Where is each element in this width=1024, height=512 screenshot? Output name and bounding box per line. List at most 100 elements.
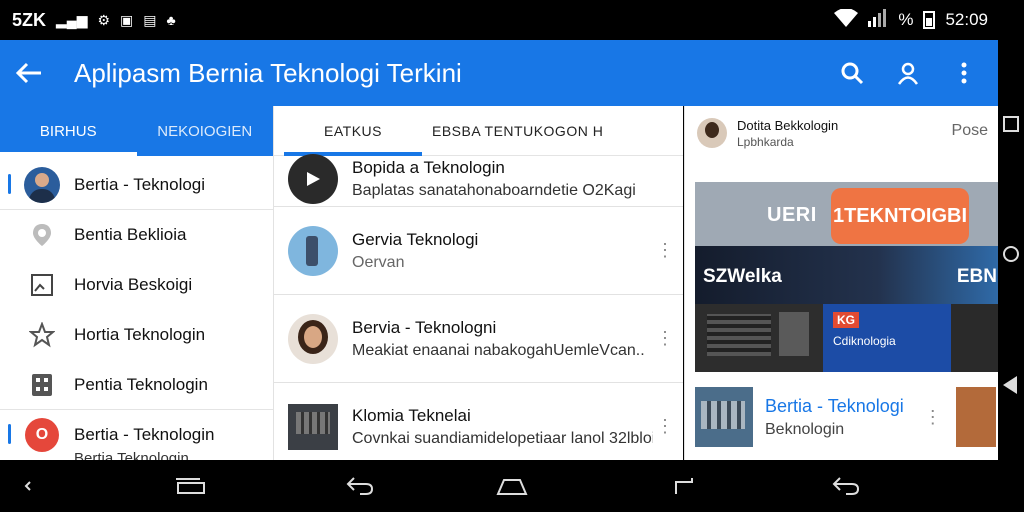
- location-icon: [24, 217, 60, 253]
- chevron-icon[interactable]: [10, 474, 46, 498]
- status-bar: 5ZK ▂▄▆ ⚙ ▣ ▤ ♣ % 52:09: [0, 0, 1000, 40]
- item-subtitle: Meakiat enaanai nabakogahUemleVcan..: [352, 341, 645, 359]
- author-header[interactable]: Dotita Bekkologin Lpbhkarda Pose: [685, 106, 998, 160]
- thumbnail: [955, 387, 996, 447]
- home-icon[interactable]: [1003, 246, 1019, 262]
- grid-icon: [24, 367, 60, 403]
- item-title: Gervia Teknologi: [352, 229, 479, 249]
- thumbnail: [288, 225, 338, 276]
- clock: 52:09: [945, 10, 988, 29]
- avatar: [24, 166, 60, 203]
- recent-apps-icon[interactable]: [172, 474, 208, 498]
- left-list: Bertia - Teknologi Bentia Beklioia Horvi…: [0, 156, 273, 460]
- notification-icon: ▣: [120, 11, 134, 28]
- thumbnail: [695, 387, 753, 447]
- banner-blue-label: Cdiknologia: [833, 334, 896, 348]
- back-icon[interactable]: [1003, 376, 1017, 394]
- cell-signal-icon: [868, 8, 888, 32]
- banner-logo: KG: [833, 312, 859, 328]
- left-item-label: Bertia - Teknologi: [74, 174, 206, 194]
- signal-icon: ▂▄▆: [56, 11, 88, 28]
- left-item-label: Hortia Teknologin: [74, 325, 206, 344]
- list-item[interactable]: Gervia Teknologi Oervan ⋮: [274, 207, 683, 295]
- wifi-icon: [834, 7, 859, 32]
- tab-eatkus[interactable]: EATKUS: [274, 106, 422, 156]
- app-title: Aplipasm Bernia Teknologi Terkini: [74, 57, 462, 88]
- item-subtitle: Baplatas sanatahonaboarndetie O2Kagi: [352, 182, 636, 199]
- more-vert-icon[interactable]: [940, 49, 988, 97]
- play-icon: [288, 154, 338, 204]
- account-icon[interactable]: [884, 49, 932, 97]
- banner-mid-label: SZWelka: [703, 266, 782, 287]
- image-notification-icon: ▤: [143, 11, 157, 28]
- author-avatar: [697, 118, 727, 148]
- item-subtitle: Oervan: [352, 253, 405, 271]
- battery-percent: %: [898, 10, 914, 29]
- left-item-bentia-beklioia[interactable]: Bentia Beklioia: [0, 210, 273, 260]
- left-item-label: Pentia Teknologin: [74, 374, 208, 394]
- list-item[interactable]: Bervia - Teknologni Meakiat enaanai naba…: [274, 295, 683, 383]
- back-icon[interactable]: [828, 474, 864, 498]
- tab-birhus[interactable]: BIRHUS: [0, 106, 137, 156]
- search-icon[interactable]: [828, 49, 876, 97]
- featured-banner[interactable]: UERI 1TEKNTOIGBI SZWelka EBN KG Cdiknolo…: [695, 182, 998, 372]
- back-icon[interactable]: [342, 474, 378, 498]
- more-vert-icon[interactable]: ⋮: [924, 407, 942, 428]
- avatar: [288, 313, 338, 364]
- item-subtitle: Covnkai suandiamidelopetiaar lanol 32lbl…: [352, 429, 653, 447]
- bottom-nav: [0, 460, 1024, 512]
- related-item-title: Bertia - Teknologi: [765, 395, 904, 416]
- left-item-bertia-teknologin[interactable]: O Bertia - Teknologin Bertia Teknologin: [0, 410, 273, 460]
- banner-pill: 1TEKNTOIGBI: [831, 188, 969, 244]
- home-icon[interactable]: [494, 474, 530, 498]
- related-item[interactable]: Bertia - Teknologi Beknologin ⋮: [695, 384, 998, 450]
- author-subtitle: Lpbhkarda: [737, 134, 794, 149]
- app-bar: Aplipasm Bernia Teknologi Terkini: [0, 40, 998, 106]
- post-button[interactable]: Pose: [952, 122, 988, 140]
- more-vert-icon[interactable]: ⋮: [653, 231, 677, 271]
- related-item-subtitle: Beknologin: [765, 420, 845, 438]
- left-item-label: Horvia Beskoigi: [74, 275, 193, 294]
- left-item-horvia-beskoigi[interactable]: Horvia Beskoigi: [0, 260, 273, 310]
- list-item[interactable]: Bopida a Teknologin Baplatas sanatahonab…: [274, 152, 683, 207]
- middle-tab-bar: EATKUS EBSBA TENTUKOGON H: [274, 106, 683, 156]
- left-item-label: Bentia Beklioia: [74, 225, 187, 244]
- tab-nekoiogien[interactable]: NEKOIOGIEN: [137, 106, 274, 156]
- banner-top-label: UERI: [767, 204, 817, 226]
- star-icon: [24, 317, 60, 353]
- more-vert-icon[interactable]: ⋮: [653, 319, 677, 359]
- left-panel: BIRHUS NEKOIOGIEN Bertia - Teknologi Ben…: [0, 106, 274, 460]
- middle-panel: EATKUS EBSBA TENTUKOGON H Bopida a Tekno…: [274, 106, 683, 460]
- android-icon: ♣: [166, 12, 176, 28]
- device-image: [695, 304, 823, 372]
- red-badge-icon: O: [25, 418, 59, 452]
- more-vert-icon[interactable]: ⋮: [653, 407, 677, 447]
- left-item-pentia-teknologin[interactable]: Pentia Teknologin: [0, 360, 273, 410]
- item-title: Bopida a Teknologin: [352, 158, 505, 177]
- tab-ebsba[interactable]: EBSBA TENTUKOGON H: [382, 106, 603, 156]
- battery-icon: [923, 11, 936, 29]
- recent-apps-icon[interactable]: [1003, 116, 1019, 132]
- right-panel: Dotita Bekkologin Lpbhkarda Pose UERI 1T…: [684, 106, 998, 460]
- back-arrow-icon[interactable]: [0, 40, 58, 106]
- banner-mid-right-label: EBN: [956, 266, 997, 287]
- left-item-label: Bertia - Teknologin: [74, 425, 215, 444]
- banner-dark-tile: [951, 304, 998, 372]
- news-list: Bopida a Teknologin Baplatas sanatahonab…: [274, 152, 683, 460]
- settings-icon: ⚙: [97, 11, 111, 28]
- author-name: Dotita Bekkologin: [737, 117, 839, 133]
- carrier-label: 5ZK: [12, 9, 47, 30]
- left-tab-bar: BIRHUS NEKOIOGIEN: [0, 106, 273, 156]
- left-item-hortia-teknologin[interactable]: Hortia Teknologin: [0, 310, 273, 360]
- list-item[interactable]: Klomia Teknelai Covnkai suandiamidelopet…: [274, 383, 683, 460]
- left-item-sublabel: Bertia Teknologin: [74, 450, 189, 460]
- left-item-bertia-teknologi[interactable]: Bertia - Teknologi: [0, 160, 273, 210]
- thumbnail: [288, 403, 338, 450]
- item-title: Klomia Teknelai: [352, 405, 471, 425]
- item-title: Bervia - Teknologni: [352, 317, 497, 337]
- recent-apps-icon[interactable]: [666, 474, 702, 498]
- side-nav: [998, 40, 1024, 460]
- banner-blue-tile: KG Cdiknologia: [823, 304, 951, 372]
- phone-screen: 5ZK ▂▄▆ ⚙ ▣ ▤ ♣ % 52:09 Aplipasm Bernia …: [0, 0, 1024, 512]
- image-icon: [24, 267, 60, 303]
